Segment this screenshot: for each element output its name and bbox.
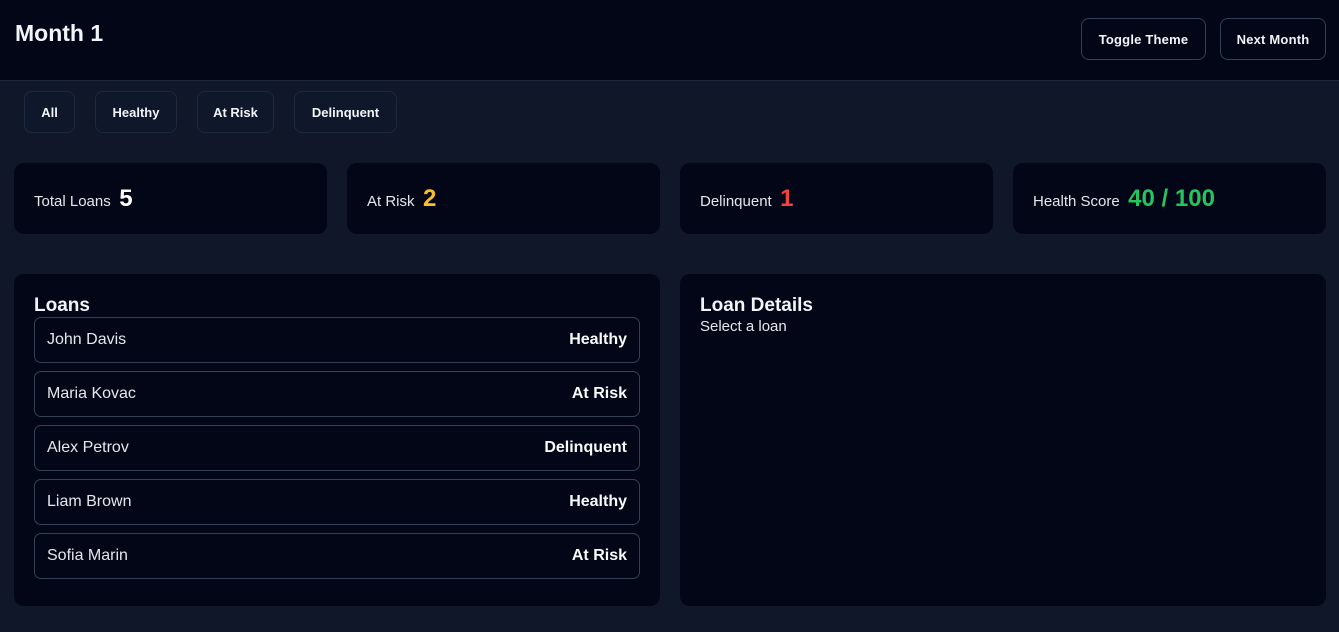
- top-header: Month 1 Toggle Theme Next Month: [0, 0, 1339, 81]
- filter-all-button[interactable]: All: [24, 91, 75, 133]
- stat-card-health-score: Health Score 40 / 100: [1013, 163, 1326, 234]
- loan-name: Alex Petrov: [47, 439, 129, 456]
- loan-status: At Risk: [571, 547, 627, 564]
- stat-value-at-risk: 2: [422, 185, 437, 212]
- loan-item[interactable]: John Davis Healthy: [34, 317, 640, 363]
- toggle-theme-button[interactable]: Toggle Theme: [1081, 18, 1206, 60]
- loan-status: Healthy: [569, 493, 627, 510]
- loan-name: Maria Kovac: [47, 385, 136, 402]
- filter-healthy-button[interactable]: Healthy: [95, 91, 177, 133]
- loan-item[interactable]: Alex Petrov Delinquent: [34, 425, 640, 471]
- loan-item[interactable]: Sofia Marin At Risk: [34, 533, 640, 579]
- loan-details-title: Loan Details: [700, 295, 813, 316]
- stat-card-at-risk: At Risk 2: [347, 163, 660, 234]
- stat-value-delinquent: 1: [780, 185, 794, 212]
- loan-status: At Risk: [571, 385, 627, 402]
- loan-status: Healthy: [569, 331, 627, 348]
- filter-delinquent-button[interactable]: Delinquent: [294, 91, 397, 133]
- loan-item[interactable]: Liam Brown Healthy: [34, 479, 640, 525]
- loan-item[interactable]: Maria Kovac At Risk: [34, 371, 640, 417]
- loan-details-placeholder: Select a loan: [700, 318, 787, 335]
- loan-name: Liam Brown: [47, 493, 132, 510]
- stat-card-delinquent: Delinquent 1: [680, 163, 993, 234]
- loans-title: Loans: [34, 295, 90, 316]
- loans-panel: Loans John Davis Healthy Maria Kovac At …: [14, 274, 660, 606]
- loan-details-panel: Loan Details Select a loan: [680, 274, 1326, 606]
- stat-label: At Risk: [367, 193, 415, 210]
- page-title: Month 1: [15, 20, 104, 46]
- loan-name: John Davis: [47, 331, 127, 348]
- stat-label: Delinquent: [700, 193, 772, 210]
- stat-value-total-loans: 5: [119, 185, 133, 212]
- filter-at-risk-button[interactable]: At Risk: [197, 91, 274, 133]
- stat-card-total-loans: Total Loans 5: [14, 163, 327, 234]
- loan-name: Sofia Marin: [47, 547, 128, 564]
- stat-label: Health Score: [1033, 193, 1120, 210]
- loan-status: Delinquent: [544, 439, 627, 456]
- stat-label: Total Loans: [34, 193, 111, 210]
- next-month-button[interactable]: Next Month: [1220, 18, 1326, 60]
- stat-value-health-score: 40 / 100: [1128, 185, 1215, 212]
